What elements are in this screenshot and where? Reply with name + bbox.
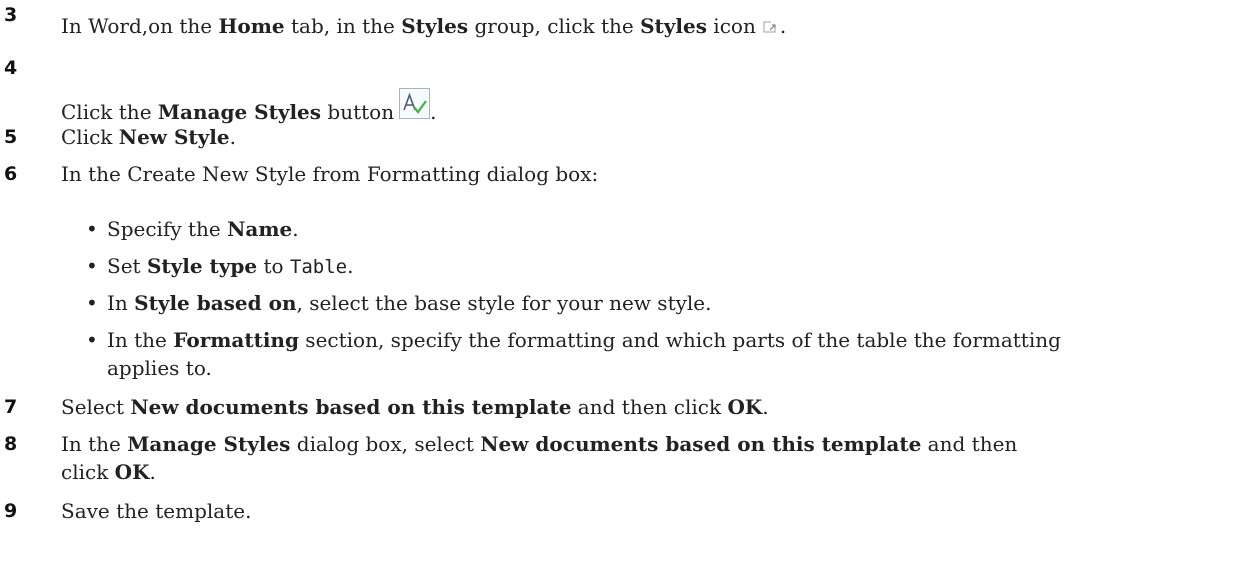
dialog-launcher-icon — [762, 16, 780, 33]
step-4-text: Click the Manage Styles button. — [61, 88, 436, 124]
bullet-marker: • — [86, 254, 98, 278]
step-number: 5 — [4, 126, 18, 148]
step-8-text-continued: click OK. — [61, 460, 156, 484]
bullet-text: In Style based on, select the base style… — [107, 291, 712, 315]
bullet-text: In the Formatting section, specify the f… — [107, 328, 1061, 352]
step-9-text: Save the template. — [61, 499, 252, 523]
step-number: 9 — [4, 500, 18, 522]
manage-styles-icon — [399, 88, 431, 119]
step-3-text: In Word,on the Home tab, in the Styles g… — [61, 14, 787, 38]
step-5-text: Click New Style. — [61, 125, 236, 149]
step-7-text: Select New documents based on this templ… — [61, 395, 769, 419]
bullet-text: Specify the Name. — [107, 217, 299, 241]
bullet-marker: • — [86, 291, 98, 315]
step-8-text: In the Manage Styles dialog box, select … — [61, 432, 1018, 456]
bullet-text: Set Style type to Table. — [107, 254, 354, 278]
step-6-text: In the Create New Style from Formatting … — [61, 162, 599, 186]
step-number: 3 — [4, 4, 18, 26]
step-number: 4 — [4, 57, 18, 79]
step-number: 6 — [4, 163, 18, 185]
bullet-text-continued: applies to. — [107, 356, 212, 380]
bullet-marker: • — [86, 217, 98, 241]
step-number: 7 — [4, 396, 18, 418]
bullet-marker: • — [86, 328, 98, 352]
step-number: 8 — [4, 433, 18, 455]
